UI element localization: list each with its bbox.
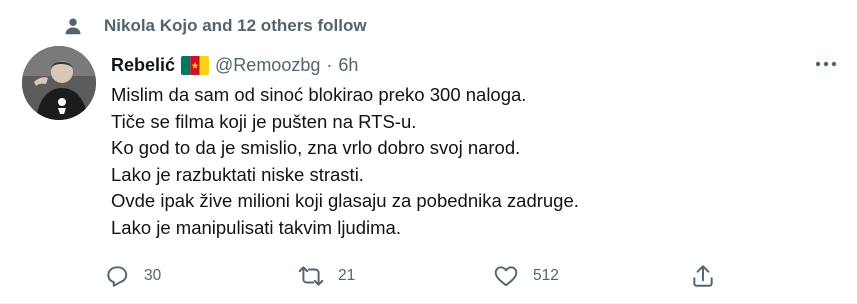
avatar-image [22,46,96,120]
cameroon-flag-icon [181,55,210,75]
share-icon [693,265,713,287]
share-button[interactable] [690,258,716,294]
more-icon [815,61,837,67]
avatar[interactable] [22,46,96,120]
tweet-time[interactable]: 6h [338,55,358,76]
separator-dot: · [326,54,333,75]
author-handle[interactable]: @Remoozbg [215,55,320,76]
tweet-text-line: Tiče se filma koji je pušten na RTS-u. [111,110,417,132]
tweet-text-line: Lako je manipulisati takvim ljudima. [111,216,401,238]
tweet-text-line: Ovde ipak žive milioni koji glasaju za p… [111,190,579,211]
tweet-actions: 30 21 512 [96,258,836,294]
social-context: Nikola Kojo and 12 others follow [65,14,367,38]
retweet-icon [298,266,324,286]
tweet-header: Rebelić @Remoozbg · 6h [111,52,358,78]
person-icon [65,18,81,35]
social-context-text[interactable]: Nikola Kojo and 12 others follow [104,16,367,36]
more-options-button[interactable] [811,52,841,76]
reply-button[interactable]: 30 [104,258,161,294]
reply-icon [107,266,128,287]
retweet-button[interactable]: 21 [298,258,355,294]
tweet-text-line: Mislim da sam od sinoć blokirao preko 30… [111,84,527,105]
retweet-count: 21 [338,267,356,284]
heart-icon [494,266,518,287]
tweet[interactable]: Nikola Kojo and 12 others follow Rebelić… [0,0,857,304]
tweet-text-line: Ko god to da je smislio, zna vrlo dobro … [111,137,521,158]
author-name[interactable]: Rebelić [111,55,175,76]
reply-count: 30 [144,267,162,284]
tweet-text-line: Lako je razbuktati niske strasti. [111,163,364,185]
like-button[interactable]: 512 [493,258,559,294]
like-count: 512 [533,267,559,284]
tweet-text: Mislim da sam od sinoć blokirao preko 30… [111,82,831,241]
